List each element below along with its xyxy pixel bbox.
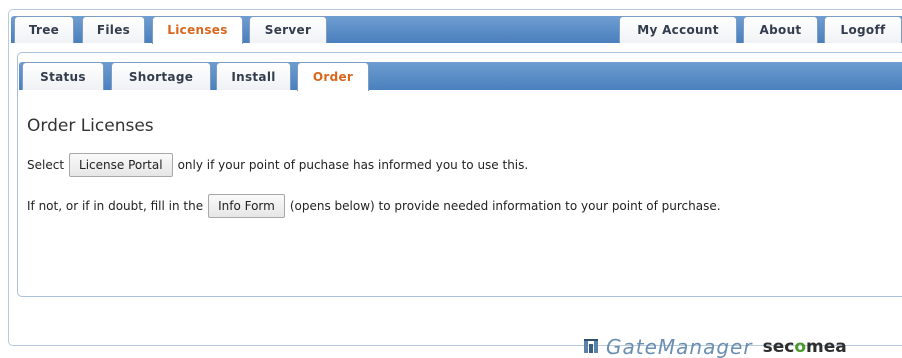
instruction-text-before: Select: [27, 158, 65, 172]
subtab-shortage[interactable]: Shortage: [111, 62, 211, 90]
gatemanager-logo-icon: [584, 339, 600, 355]
gatemanager-wordmark: GateManager: [606, 336, 753, 358]
info-form-instruction: If not, or if in doubt, fill in the Info…: [27, 194, 721, 218]
tab-tree[interactable]: Tree: [14, 16, 74, 43]
page-title: Order Licenses: [27, 116, 154, 136]
licenses-subtab-bar: Status Shortage Install Order: [19, 62, 902, 91]
tab-files[interactable]: Files: [82, 16, 145, 43]
tab-logoff[interactable]: Logoff: [824, 16, 902, 43]
secomea-logo: secomea: [762, 337, 847, 357]
info-form-button[interactable]: Info Form: [208, 194, 285, 218]
footer-branding: GateManager secomea: [584, 336, 847, 358]
subtab-status[interactable]: Status: [22, 62, 104, 90]
tab-server[interactable]: Server: [249, 16, 327, 43]
subtab-order[interactable]: Order: [297, 62, 369, 91]
license-portal-button[interactable]: License Portal: [69, 153, 173, 177]
instruction-text-before: If not, or if in doubt, fill in the: [27, 199, 204, 213]
license-portal-instruction: Select License Portal only if your point…: [27, 153, 528, 177]
instruction-text-after: only if your point of puchase has inform…: [177, 158, 529, 172]
tab-about[interactable]: About: [743, 16, 818, 43]
instruction-text-after: (opens below) to provide needed informat…: [289, 199, 721, 213]
subtab-install[interactable]: Install: [216, 62, 291, 90]
tab-my-account[interactable]: My Account: [619, 16, 737, 43]
tab-licenses[interactable]: Licenses: [152, 16, 243, 44]
main-tab-bar: Tree Files Licenses Server My Account Ab…: [11, 16, 902, 44]
